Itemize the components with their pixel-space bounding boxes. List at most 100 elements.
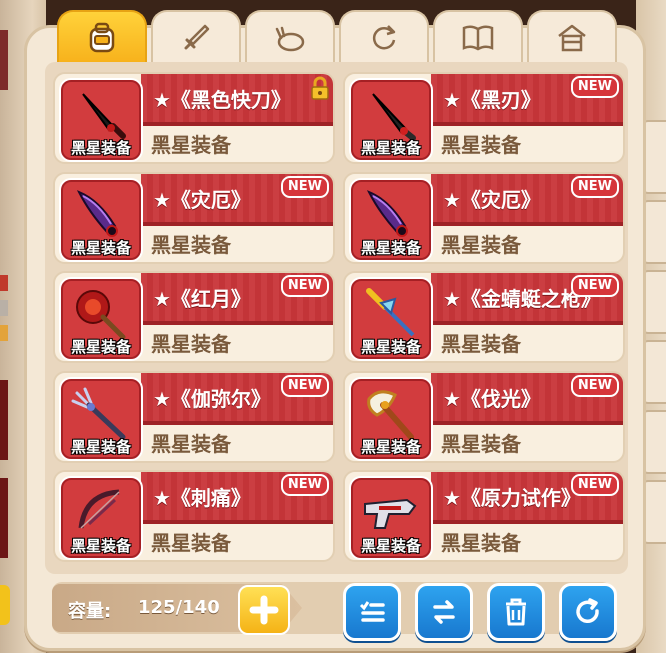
item-name: ★《灾厄》 bbox=[153, 187, 251, 212]
item-category: 黑星装备 bbox=[151, 232, 231, 257]
sort-list-button[interactable] bbox=[343, 583, 401, 641]
book-icon bbox=[462, 25, 494, 51]
new-badge: NEW bbox=[570, 474, 619, 496]
item-card[interactable]: 黑星装备 ★《红月》黑星装备 NEW bbox=[53, 271, 335, 363]
item-name: ★《原力试作》 bbox=[443, 486, 581, 510]
item-icon-box: 黑星装备 bbox=[349, 476, 433, 560]
refresh-icon bbox=[576, 598, 599, 624]
item-category: 黑星装备 bbox=[441, 232, 521, 257]
item-card[interactable]: 黑星装备 ★《刺痛》黑星装备 NEW bbox=[53, 470, 335, 562]
capacity-value: 125/140 bbox=[138, 597, 220, 618]
red-moon-staff-icon bbox=[76, 290, 126, 340]
scene-decoration bbox=[0, 300, 8, 316]
cycle-icon bbox=[372, 25, 396, 50]
lock-icon[interactable] bbox=[309, 76, 331, 100]
tab-house[interactable] bbox=[527, 10, 617, 64]
new-badge: NEW bbox=[280, 374, 329, 397]
item-name: ★《灾厄》 bbox=[443, 187, 541, 212]
new-badge: NEW bbox=[570, 374, 619, 397]
item-card[interactable]: 黑星装备 ★《原力试作》 黑星装备 NEW bbox=[343, 470, 625, 562]
backpack-icon bbox=[89, 22, 115, 53]
item-category: 黑星装备 bbox=[151, 431, 231, 456]
trident-icon bbox=[71, 387, 126, 439]
item-icon-box: 黑星装备 bbox=[349, 177, 433, 262]
scene-decoration bbox=[0, 30, 8, 90]
purple-blade-icon bbox=[76, 189, 118, 237]
item-icon-label: 黑星装备 bbox=[70, 537, 131, 555]
axe-icon bbox=[367, 389, 414, 440]
tab-book[interactable] bbox=[433, 10, 523, 64]
item-card[interactable]: 黑星装备 ★《黑刃》黑星装备 NEW bbox=[343, 72, 625, 164]
capacity-label: 容量: bbox=[68, 601, 112, 622]
list-icon bbox=[359, 601, 385, 622]
item-icon-label: 黑星装备 bbox=[360, 338, 421, 356]
item-card[interactable]: 黑星装备 ★《灾厄》黑星装备 NEW bbox=[343, 171, 625, 264]
scene-decoration bbox=[0, 275, 8, 291]
new-badge: NEW bbox=[570, 76, 619, 98]
item-name: ★《伽弥尔》 bbox=[153, 386, 271, 411]
item-category: 黑星装备 bbox=[151, 133, 231, 157]
new-badge: NEW bbox=[570, 275, 619, 297]
purple-blade-icon bbox=[366, 189, 408, 237]
swap-button[interactable] bbox=[415, 583, 473, 641]
new-badge: NEW bbox=[570, 175, 619, 198]
item-icon-box: 黑星装备 bbox=[59, 376, 143, 461]
item-card[interactable]: 黑星装备 ★《灾厄》黑星装备 NEW bbox=[53, 171, 335, 264]
item-card[interactable]: 黑星装备 ★《伐光》黑星装备 NEW bbox=[343, 370, 625, 463]
item-icon-box: 黑星装备 bbox=[349, 78, 433, 162]
tab-weapon[interactable] bbox=[151, 10, 241, 64]
item-card[interactable]: 黑星装备 ★《金蜻蜓之枪》 黑星装备 NEW bbox=[343, 271, 625, 363]
item-icon-label: 黑星装备 bbox=[70, 238, 131, 257]
trash-icon bbox=[506, 598, 526, 626]
item-category: 黑星装备 bbox=[441, 431, 521, 456]
item-name: ★《黑色快刀》 bbox=[153, 88, 291, 112]
item-icon-label: 黑星装备 bbox=[360, 537, 421, 555]
item-card[interactable]: 黑星装备 ★《黑色快刀》 黑星装备 bbox=[53, 72, 335, 164]
delete-button[interactable] bbox=[487, 583, 545, 641]
item-icon-label: 黑星装备 bbox=[70, 139, 131, 157]
golden-spear-icon bbox=[366, 288, 415, 337]
tab-cycle[interactable] bbox=[339, 10, 429, 64]
item-card[interactable]: 黑星装备 ★《伽弥尔》 黑星装备 NEW bbox=[53, 370, 335, 463]
swap-icon bbox=[433, 600, 455, 624]
house-icon bbox=[558, 24, 586, 52]
item-icon-label: 黑星装备 bbox=[70, 338, 131, 356]
gun-icon bbox=[364, 498, 417, 529]
tab-food[interactable] bbox=[245, 10, 335, 64]
item-icon-box: 黑星装备 bbox=[59, 78, 143, 162]
sword-icon bbox=[184, 24, 210, 50]
item-name: ★《伐光》 bbox=[443, 386, 541, 411]
scene-decoration bbox=[0, 380, 8, 460]
tab-backpack[interactable] bbox=[57, 10, 147, 64]
item-category: 黑星装备 bbox=[151, 332, 231, 356]
item-category: 黑星装备 bbox=[151, 531, 231, 555]
new-badge: NEW bbox=[280, 275, 329, 297]
item-icon-box: 黑星装备 bbox=[349, 376, 433, 461]
food-icon bbox=[275, 26, 305, 52]
bow-icon bbox=[78, 489, 120, 529]
item-category: 黑星装备 bbox=[441, 133, 521, 157]
item-icon-box: 黑星装备 bbox=[59, 177, 143, 262]
refresh-button[interactable] bbox=[559, 583, 617, 641]
item-icon-label: 黑星装备 bbox=[360, 139, 421, 157]
item-icon-label: 黑星装备 bbox=[360, 238, 421, 257]
item-icon-box: 黑星装备 bbox=[59, 277, 143, 361]
scene-decoration bbox=[0, 325, 8, 341]
item-icon-box: 黑星装备 bbox=[59, 476, 143, 560]
plus-icon bbox=[249, 595, 279, 625]
item-name: ★《刺痛》 bbox=[153, 486, 251, 510]
scene-decoration bbox=[0, 585, 10, 625]
item-name: ★《红月》 bbox=[153, 287, 251, 311]
item-category: 黑星装备 bbox=[441, 531, 521, 555]
item-name: ★《黑刃》 bbox=[443, 88, 541, 112]
new-badge: NEW bbox=[280, 175, 329, 198]
item-icon-label: 黑星装备 bbox=[70, 437, 131, 456]
black-blade-icon bbox=[372, 93, 416, 141]
new-badge: NEW bbox=[280, 474, 329, 496]
item-icon-label: 黑星装备 bbox=[360, 437, 421, 456]
scene-decoration bbox=[0, 478, 8, 558]
black-knife-icon bbox=[82, 93, 126, 139]
item-category: 黑星装备 bbox=[441, 332, 521, 356]
expand-capacity-button[interactable] bbox=[238, 585, 290, 635]
item-icon-box: 黑星装备 bbox=[349, 277, 433, 361]
